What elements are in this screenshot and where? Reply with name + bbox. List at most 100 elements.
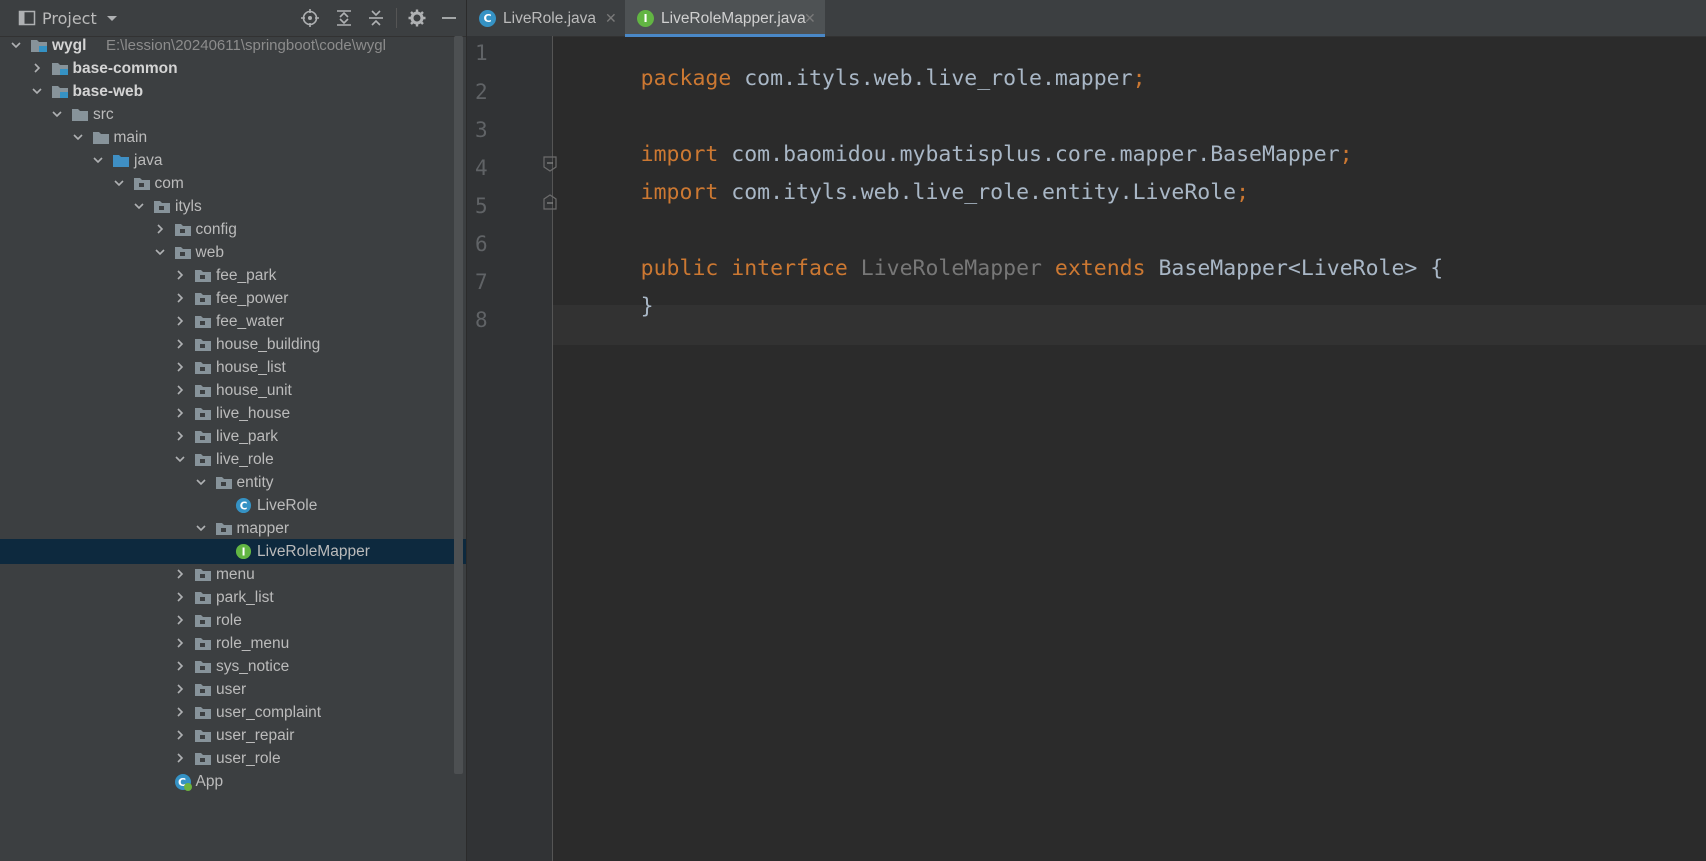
tree-item-role[interactable]: role [0, 608, 466, 633]
folder-icon [92, 129, 110, 145]
tree-item-java[interactable]: java [0, 148, 466, 173]
expand-all-icon[interactable] [335, 9, 353, 27]
code-line-7[interactable]: } [563, 269, 654, 344]
svg-text:C: C [240, 500, 248, 512]
tree-item-config[interactable]: config [0, 217, 466, 242]
tree-item-fee-park[interactable]: fee_park [0, 263, 466, 288]
tree-item-main[interactable]: main [0, 125, 466, 150]
tab-liverole-java[interactable]: C LiveRole.java ✕ [467, 0, 624, 36]
chevron-down-icon[interactable] [133, 200, 145, 212]
tab-label: LiveRole.java [503, 10, 597, 27]
package-icon [215, 520, 233, 536]
chevron-right-icon[interactable] [174, 568, 186, 580]
tree-item-wygl[interactable]: wygl E:\lession\20240611\springboot\code\… [0, 36, 466, 58]
package-icon [194, 658, 212, 674]
minimize-icon[interactable] [440, 9, 458, 27]
package-icon [174, 244, 192, 260]
code-line-1[interactable]: package com.ityls.web.live_role.mapper; [563, 41, 1146, 116]
chevron-down-icon[interactable] [195, 522, 207, 534]
line-number: 1 [475, 41, 488, 65]
chevron-down-icon[interactable] [31, 85, 43, 97]
code-line-6[interactable]: public interface LiveRoleMapper extends … [563, 231, 1444, 306]
tree-item-house-building[interactable]: house_building [0, 332, 466, 357]
chevron-right-icon[interactable] [174, 660, 186, 672]
tree-item-base-common[interactable]: base-common [0, 56, 466, 81]
tree-item-house-list[interactable]: house_list [0, 355, 466, 380]
tree-item-label: live_park [216, 428, 279, 445]
tree-item-user-complaint[interactable]: user_complaint [0, 700, 466, 725]
chevron-right-icon[interactable] [174, 729, 186, 741]
tree-item-user[interactable]: user [0, 677, 466, 702]
tree-item-sys-notice[interactable]: sys_notice [0, 654, 466, 679]
tree-item-live-house[interactable]: live_house [0, 401, 466, 426]
tree-item-mapper[interactable]: mapper [0, 516, 466, 541]
chevron-right-icon[interactable] [174, 338, 186, 350]
tree-item-com[interactable]: com [0, 171, 466, 196]
chevron-down-icon[interactable] [72, 131, 84, 143]
close-icon[interactable]: ✕ [605, 0, 617, 38]
chevron-right-icon[interactable] [174, 269, 186, 281]
tree-item-live-role[interactable]: live_role [0, 447, 466, 472]
tree-item-park-list[interactable]: park_list [0, 585, 466, 610]
tree-item-user-role[interactable]: user_role [0, 746, 466, 771]
package-icon [194, 405, 212, 421]
tree-item-src[interactable]: src [0, 102, 466, 127]
chevron-right-icon[interactable] [31, 62, 43, 74]
tree-item-fee-water[interactable]: fee_water [0, 309, 466, 334]
tree-scrollbar[interactable] [454, 36, 463, 774]
code-line-4[interactable]: import com.ityls.web.live_role.entity.Li… [563, 155, 1249, 230]
tree-item-label: menu [216, 566, 255, 583]
chevron-down-icon[interactable] [154, 246, 166, 258]
chevron-right-icon[interactable] [174, 637, 186, 649]
tree-item-fee-power[interactable]: fee_power [0, 286, 466, 311]
semicolon: ; [1236, 180, 1250, 205]
tree-item-user-repair[interactable]: user_repair [0, 723, 466, 748]
tree-item-live-park[interactable]: live_park [0, 424, 466, 449]
chevron-down-icon[interactable] [174, 453, 186, 465]
supertype: BaseMapper<LiveRole> { [1158, 256, 1444, 281]
tree-item-liverolemapper[interactable]: I LiveRoleMapper [0, 539, 466, 564]
tree-item-web[interactable]: web [0, 240, 466, 265]
tab-liverolemapper-java[interactable]: I LiveRoleMapper.java ✕ [625, 0, 825, 38]
dropdown-arrow-icon[interactable] [106, 11, 118, 25]
chevron-right-icon[interactable] [174, 683, 186, 695]
tree-item-label: wygl [52, 37, 87, 54]
semicolon: ; [1132, 66, 1146, 91]
fold-start-icon[interactable] [543, 156, 557, 172]
gear-icon[interactable] [408, 9, 426, 27]
tree-item-menu[interactable]: menu [0, 562, 466, 587]
chevron-down-icon[interactable] [195, 476, 207, 488]
tree-item-liverole[interactable]: C LiveRole [0, 493, 466, 518]
project-panel-title[interactable]: Project [42, 0, 97, 38]
chevron-right-icon[interactable] [174, 315, 186, 327]
tree-item-ityls[interactable]: ityls [0, 194, 466, 219]
chevron-right-icon[interactable] [174, 614, 186, 626]
line-number: 8 [475, 308, 488, 332]
close-icon[interactable]: ✕ [804, 0, 816, 38]
fold-end-icon[interactable] [543, 194, 557, 210]
locate-file-icon[interactable] [301, 9, 319, 27]
chevron-right-icon[interactable] [174, 361, 186, 373]
tree-item-app[interactable]: C App [0, 769, 466, 794]
tree-item-label: park_list [216, 589, 274, 606]
tree-item-role-menu[interactable]: role_menu [0, 631, 466, 656]
chevron-down-icon[interactable] [92, 154, 104, 166]
tree-item-label: house_list [216, 359, 286, 376]
module-folder-icon [51, 83, 69, 99]
chevron-right-icon[interactable] [174, 430, 186, 442]
collapse-all-icon[interactable] [367, 9, 385, 27]
tree-item-base-web[interactable]: base-web [0, 79, 466, 104]
chevron-down-icon[interactable] [10, 39, 22, 51]
chevron-right-icon[interactable] [174, 752, 186, 764]
tree-item-entity[interactable]: entity [0, 470, 466, 495]
chevron-right-icon[interactable] [174, 407, 186, 419]
tree-item-house-unit[interactable]: house_unit [0, 378, 466, 403]
chevron-right-icon[interactable] [174, 591, 186, 603]
chevron-right-icon[interactable] [174, 384, 186, 396]
line-number: 4 [475, 156, 488, 180]
chevron-right-icon[interactable] [154, 223, 166, 235]
chevron-down-icon[interactable] [51, 108, 63, 120]
chevron-down-icon[interactable] [113, 177, 125, 189]
chevron-right-icon[interactable] [174, 292, 186, 304]
chevron-right-icon[interactable] [174, 706, 186, 718]
